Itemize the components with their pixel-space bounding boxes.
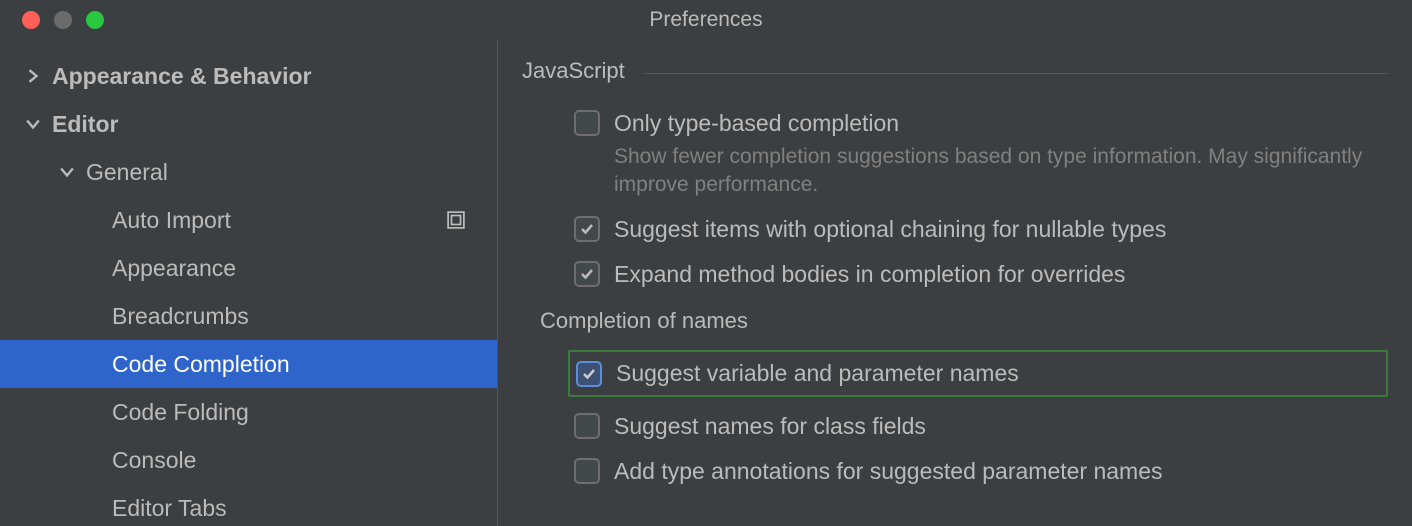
sidebar-item-appearance-behavior[interactable]: Appearance & Behavior xyxy=(0,52,497,100)
divider xyxy=(643,73,1388,74)
sidebar-item-label: Appearance xyxy=(112,255,236,282)
scope-icon xyxy=(445,209,467,231)
sidebar-item-label: Editor xyxy=(52,111,118,138)
sidebar-item-auto-import[interactable]: Auto Import xyxy=(0,196,497,244)
chevron-right-icon xyxy=(22,65,44,87)
sidebar-item-label: Console xyxy=(112,447,196,474)
checkbox[interactable] xyxy=(574,458,600,484)
option-add-type-annotations[interactable]: Add type annotations for suggested param… xyxy=(522,456,1388,487)
checkbox[interactable] xyxy=(576,361,602,387)
sidebar-item-label: Auto Import xyxy=(112,207,231,234)
sidebar-item-label: Code Folding xyxy=(112,399,249,426)
option-expand-method-bodies[interactable]: Expand method bodies in completion for o… xyxy=(522,259,1388,290)
minimize-window-button[interactable] xyxy=(54,11,72,29)
checkbox[interactable] xyxy=(574,216,600,242)
maximize-window-button[interactable] xyxy=(86,11,104,29)
option-optional-chaining[interactable]: Suggest items with optional chaining for… xyxy=(522,214,1388,245)
option-label: Only type-based completion xyxy=(614,108,1388,139)
window-title: Preferences xyxy=(649,8,762,32)
sidebar-item-appearance[interactable]: Appearance xyxy=(0,244,497,292)
option-label: Suggest variable and parameter names xyxy=(616,358,1019,389)
sidebar-item-editor[interactable]: Editor xyxy=(0,100,497,148)
subsection-title: Completion of names xyxy=(540,308,1388,334)
sidebar-item-code-completion[interactable]: Code Completion xyxy=(0,340,497,388)
option-suggest-class-fields[interactable]: Suggest names for class fields xyxy=(522,411,1388,442)
option-suggest-variable-names[interactable]: Suggest variable and parameter names xyxy=(570,358,1382,389)
sidebar-item-general[interactable]: General xyxy=(0,148,497,196)
option-description: Show fewer completion suggestions based … xyxy=(614,143,1388,200)
sidebar-item-label: Appearance & Behavior xyxy=(52,63,311,90)
chevron-down-icon xyxy=(56,161,78,183)
sidebar-item-code-folding[interactable]: Code Folding xyxy=(0,388,497,436)
checkbox[interactable] xyxy=(574,261,600,287)
option-label: Suggest names for class fields xyxy=(614,411,926,442)
close-window-button[interactable] xyxy=(22,11,40,29)
sidebar-item-label: Code Completion xyxy=(112,351,290,378)
sidebar-item-console[interactable]: Console xyxy=(0,436,497,484)
sidebar-item-label: General xyxy=(86,159,168,186)
highlighted-option: Suggest variable and parameter names xyxy=(568,350,1388,397)
sidebar-item-breadcrumbs[interactable]: Breadcrumbs xyxy=(0,292,497,340)
option-only-type-based[interactable]: Only type-based completion Show fewer co… xyxy=(522,108,1388,200)
checkbox[interactable] xyxy=(574,413,600,439)
sidebar-item-label: Editor Tabs xyxy=(112,495,227,522)
sidebar-item-label: Breadcrumbs xyxy=(112,303,249,330)
preferences-sidebar: Appearance & Behavior Editor General Aut… xyxy=(0,40,498,526)
option-label: Suggest items with optional chaining for… xyxy=(614,214,1166,245)
checkbox[interactable] xyxy=(574,110,600,136)
section-title: JavaScript xyxy=(522,58,625,84)
preferences-main-panel: JavaScript Only type-based completion Sh… xyxy=(498,40,1412,526)
window-controls xyxy=(0,11,104,29)
option-label: Add type annotations for suggested param… xyxy=(614,456,1163,487)
titlebar: Preferences xyxy=(0,0,1412,40)
sidebar-item-editor-tabs[interactable]: Editor Tabs xyxy=(0,484,497,526)
option-label: Expand method bodies in completion for o… xyxy=(614,259,1125,290)
chevron-down-icon xyxy=(22,113,44,135)
